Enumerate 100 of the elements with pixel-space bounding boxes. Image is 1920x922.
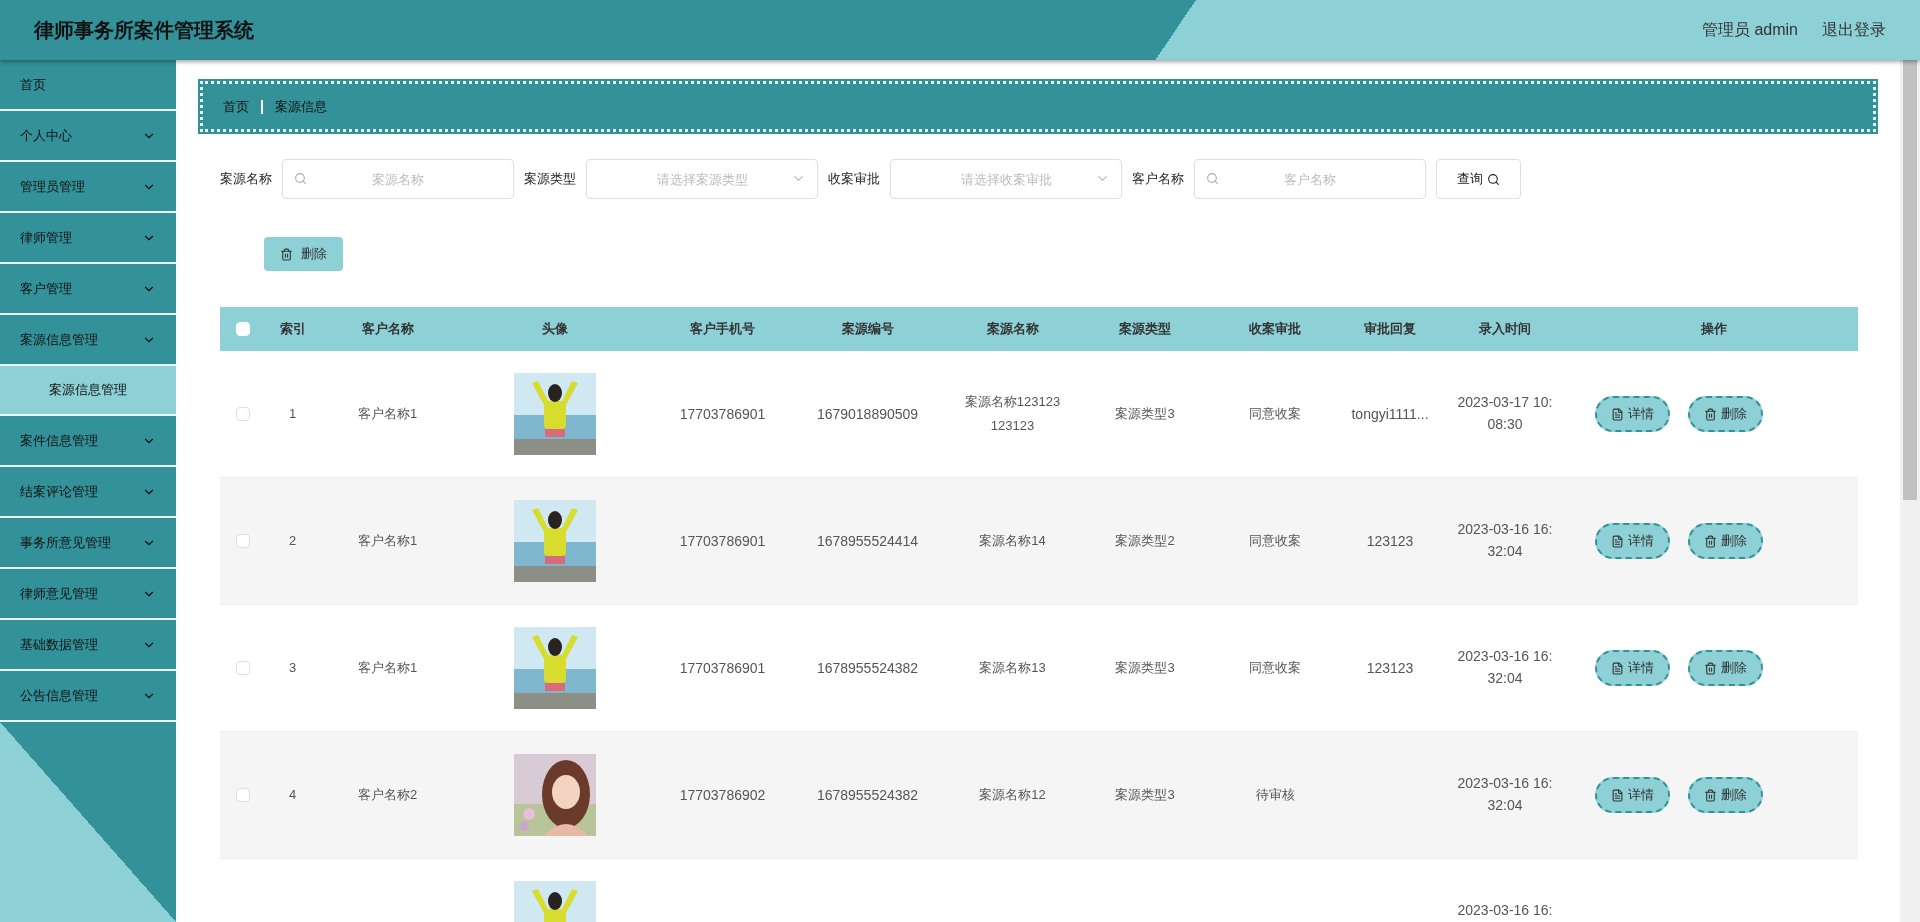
- table-cell-text: 案源类型3: [1115, 659, 1175, 678]
- delete-row-button[interactable]: 删除: [1688, 777, 1763, 813]
- field-label: 收案审批: [828, 170, 880, 189]
- table-cell-text: 客户名称2: [357, 786, 418, 805]
- table-cell-text: 案源名称12: [978, 786, 1047, 804]
- column-header: 案源编号: [841, 320, 894, 339]
- checkbox[interactable]: [235, 788, 250, 802]
- column-header: 收案审批: [1249, 320, 1301, 339]
- table-cell-text: 客户名称1: [357, 405, 418, 424]
- column-header: 录入时间: [1479, 320, 1531, 339]
- table-cell: 2023-03-16 16:: [1457, 776, 1553, 790]
- table-cell-text: 1: [288, 405, 297, 424]
- column-header: 案源名称: [986, 320, 1039, 339]
- table-cell: 2023-03-17 10:: [1457, 395, 1553, 409]
- table-cell: 2023-03-16 16:: [1457, 522, 1553, 536]
- document-icon: [1611, 788, 1624, 802]
- column-header: 头像: [542, 320, 568, 339]
- details-button[interactable]: 详情: [1595, 396, 1670, 432]
- sidebar-item[interactable]: 结案评论管理: [0, 467, 176, 518]
- trash-icon: [280, 247, 293, 261]
- table-cell: 2023-03-16 16:: [1457, 649, 1553, 663]
- table-cell: 32:04: [1487, 671, 1523, 685]
- sidebar-item[interactable]: 事务所意见管理: [0, 518, 176, 569]
- sidebar-item[interactable]: 首页: [0, 60, 176, 111]
- table-cell: 08:30: [1487, 417, 1523, 431]
- select-field[interactable]: 请选择案源类型: [586, 159, 818, 199]
- table-cell-text: 3: [288, 659, 297, 678]
- sidebar-item[interactable]: 律师意见管理: [0, 569, 176, 620]
- table-cell: 32:04: [1487, 544, 1523, 558]
- search-field[interactable]: 案源名称: [282, 159, 514, 199]
- column-header: 客户名称: [361, 320, 414, 339]
- table-cell-text: 1679018890509: [816, 404, 919, 424]
- details-button[interactable]: 详情: [1595, 523, 1670, 559]
- sidebar-item[interactable]: 基础数据管理: [0, 620, 176, 671]
- user-label: 管理员 admin: [1701, 20, 1798, 40]
- delete-row-button[interactable]: 删除: [1688, 523, 1763, 559]
- table-cell: 2023-03-16 16:: [1457, 903, 1553, 917]
- table-cell-text: 同意收案: [1249, 532, 1301, 551]
- document-icon: [1611, 661, 1624, 675]
- sidebar-subitem[interactable]: 案源信息管理: [0, 366, 176, 416]
- table-cell-text: 案源名称14: [978, 532, 1047, 550]
- table-cell-text: 2: [288, 532, 297, 551]
- search-icon: [1206, 172, 1219, 185]
- column-header: 案源类型: [1119, 320, 1171, 339]
- table-cell-text: 1678955524382: [816, 785, 919, 805]
- table-cell-text: 同意收案: [1249, 659, 1301, 678]
- document-icon: [1611, 407, 1624, 421]
- document-icon: [1611, 534, 1624, 548]
- trash-icon: [1704, 534, 1717, 548]
- table-cell-text: 案源名称123123123123: [963, 393, 1062, 435]
- table-cell-text: 17703786901: [679, 658, 766, 678]
- sidebar-item[interactable]: 管理员管理: [0, 162, 176, 213]
- search-icon: [1487, 172, 1500, 186]
- table-cell-text: 客户名称1: [357, 659, 418, 678]
- delete-row-button[interactable]: 删除: [1688, 396, 1763, 432]
- app-title: 律师事务所案件管理系统: [34, 18, 254, 43]
- checkbox[interactable]: [235, 407, 250, 421]
- search-icon: [294, 172, 307, 185]
- checkbox[interactable]: [235, 534, 250, 548]
- select-field[interactable]: 请选择收案审批: [890, 159, 1122, 199]
- field-label: 案源类型: [524, 170, 576, 189]
- breadcrumb-link[interactable]: 首页: [223, 96, 249, 117]
- table-cell-text: 1678955524414: [816, 531, 919, 551]
- column-header: 操作: [1701, 320, 1727, 339]
- table-cell-text: 123123: [1366, 658, 1414, 678]
- logout-link[interactable]: 退出登录: [1822, 18, 1886, 42]
- search-field[interactable]: 客户名称: [1194, 159, 1426, 199]
- table-cell-text: 待审核: [1255, 786, 1295, 805]
- sidebar-item[interactable]: 个人中心: [0, 111, 176, 162]
- table-cell-text: 17703786901: [679, 531, 766, 551]
- table-cell-text: 客户名称1: [357, 532, 418, 551]
- column-header: 索引: [279, 320, 306, 339]
- table-cell-text: 案源类型3: [1115, 786, 1175, 805]
- details-button[interactable]: 详情: [1595, 777, 1670, 813]
- sidebar-item[interactable]: 客户管理: [0, 264, 176, 315]
- delete-button[interactable]: 删除: [264, 237, 343, 271]
- table-cell-text: 4: [288, 786, 297, 805]
- breadcrumb-link[interactable]: 案源信息: [275, 96, 327, 117]
- table-cell-text: 17703786902: [679, 785, 766, 805]
- details-button[interactable]: 详情: [1595, 650, 1670, 686]
- trash-icon: [1704, 661, 1717, 675]
- trash-icon: [1704, 407, 1717, 421]
- query-button[interactable]: 查询: [1436, 159, 1521, 199]
- field-label: 案源名称: [220, 170, 272, 189]
- table-cell-text: 案源名称13: [978, 659, 1047, 677]
- sidebar-item[interactable]: 律师管理: [0, 213, 176, 264]
- sidebar-item[interactable]: 案件信息管理: [0, 416, 176, 467]
- trash-icon: [1704, 788, 1717, 802]
- table-cell-text: 同意收案: [1249, 405, 1301, 424]
- table-cell: 32:04: [1487, 798, 1523, 812]
- delete-row-button[interactable]: 删除: [1688, 650, 1763, 686]
- field-label: 客户名称: [1132, 170, 1184, 189]
- table-cell-text: 案源类型3: [1115, 405, 1175, 424]
- column-header: 审批回复: [1364, 320, 1416, 339]
- column-header: 客户手机号: [690, 320, 755, 339]
- table-cell-text: 123123: [1366, 531, 1414, 551]
- table-cell-text: 17703786901: [679, 404, 766, 424]
- checkbox[interactable]: [235, 661, 250, 675]
- table-cell-text: tongyi1111...: [1351, 404, 1429, 424]
- table-cell-text: 1678955524382: [816, 658, 919, 678]
